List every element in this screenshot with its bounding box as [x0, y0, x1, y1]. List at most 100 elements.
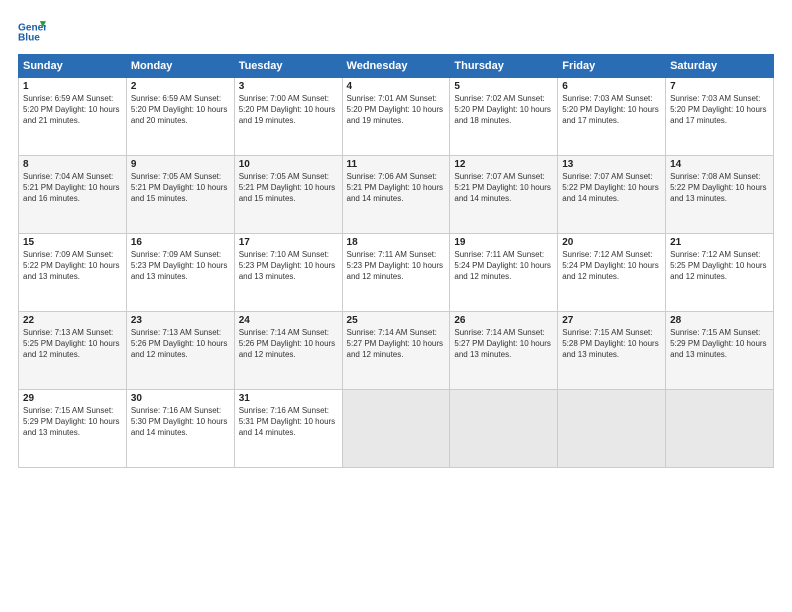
calendar-table: SundayMondayTuesdayWednesdayThursdayFrid…	[18, 54, 774, 468]
calendar-day-cell: 24Sunrise: 7:14 AM Sunset: 5:26 PM Dayli…	[234, 312, 342, 390]
day-number: 3	[239, 81, 338, 92]
weekday-header: Wednesday	[342, 55, 450, 78]
day-number: 18	[347, 237, 446, 248]
day-number: 12	[454, 159, 553, 170]
day-info: Sunrise: 6:59 AM Sunset: 5:20 PM Dayligh…	[23, 94, 122, 126]
calendar-day-cell: 26 Sunrise: 7:14 AM Sunset: 5:27 PM Dayli…	[450, 312, 558, 390]
logo-icon: General Blue	[18, 18, 46, 46]
day-number: 10	[239, 159, 338, 170]
day-info: Sunrise: 7:12 AM Sunset: 5:25 PM Dayligh…	[670, 250, 769, 282]
day-info: Sunrise: 7:07 AM Sunset: 5:22 PM Dayligh…	[562, 172, 661, 204]
calendar-week-row: 29 Sunrise: 7:15 AM Sunset: 5:29 PM Dayli…	[19, 390, 774, 468]
day-number: 15	[23, 237, 122, 248]
day-number: 19	[454, 237, 553, 248]
calendar-day-cell: 27Sunrise: 7:15 AM Sunset: 5:28 PM Dayli…	[558, 312, 666, 390]
day-number: 6	[562, 81, 661, 92]
day-number: 31	[239, 393, 338, 404]
weekday-header: Sunday	[19, 55, 127, 78]
day-info: Sunrise: 7:00 AM Sunset: 5:20 PM Dayligh…	[239, 94, 338, 126]
day-info: Sunrise: 7:15 AM Sunset: 5:29 PM Dayligh…	[23, 406, 122, 438]
day-number: 24	[239, 315, 338, 326]
day-number: 26	[454, 315, 553, 326]
day-info: Sunrise: 7:01 AM Sunset: 5:20 PM Dayligh…	[347, 94, 446, 126]
day-info: Sunrise: 7:04 AM Sunset: 5:21 PM Dayligh…	[23, 172, 122, 204]
calendar-day-cell: 10 Sunrise: 7:05 AM Sunset: 5:21 PM Dayli…	[234, 156, 342, 234]
calendar-day-cell: 11Sunrise: 7:06 AM Sunset: 5:21 PM Dayli…	[342, 156, 450, 234]
day-info: Sunrise: 7:07 AM Sunset: 5:21 PM Dayligh…	[454, 172, 553, 204]
day-info: Sunrise: 7:03 AM Sunset: 5:20 PM Dayligh…	[562, 94, 661, 126]
day-info: Sunrise: 7:08 AM Sunset: 5:22 PM Dayligh…	[670, 172, 769, 204]
day-number: 23	[131, 315, 230, 326]
calendar-day-cell	[666, 390, 774, 468]
day-info: Sunrise: 7:14 AM Sunset: 5:27 PM Dayligh…	[347, 328, 446, 360]
day-number: 7	[670, 81, 769, 92]
day-info: Sunrise: 7:16 AM Sunset: 5:31 PM Dayligh…	[239, 406, 338, 438]
calendar-day-cell: 1 Sunrise: 6:59 AM Sunset: 5:20 PM Daylig…	[19, 78, 127, 156]
day-info: Sunrise: 7:15 AM Sunset: 5:29 PM Dayligh…	[670, 328, 769, 360]
calendar-day-cell: 29 Sunrise: 7:15 AM Sunset: 5:29 PM Dayli…	[19, 390, 127, 468]
day-number: 29	[23, 393, 122, 404]
day-number: 4	[347, 81, 446, 92]
calendar-day-cell: 31 Sunrise: 7:16 AM Sunset: 5:31 PM Dayli…	[234, 390, 342, 468]
calendar-day-cell: 17 Sunrise: 7:10 AM Sunset: 5:23 PM Dayli…	[234, 234, 342, 312]
calendar-day-cell: 13 Sunrise: 7:07 AM Sunset: 5:22 PM Dayli…	[558, 156, 666, 234]
day-number: 30	[131, 393, 230, 404]
day-info: Sunrise: 7:05 AM Sunset: 5:21 PM Dayligh…	[239, 172, 338, 204]
calendar-page: General Blue SundayMondayTuesdayWednesda…	[0, 0, 792, 612]
calendar-day-cell: 8Sunrise: 7:04 AM Sunset: 5:21 PM Daylig…	[19, 156, 127, 234]
day-info: Sunrise: 7:03 AM Sunset: 5:20 PM Dayligh…	[670, 94, 769, 126]
day-info: Sunrise: 7:16 AM Sunset: 5:30 PM Dayligh…	[131, 406, 230, 438]
weekday-header: Tuesday	[234, 55, 342, 78]
calendar-week-row: 8Sunrise: 7:04 AM Sunset: 5:21 PM Daylig…	[19, 156, 774, 234]
day-number: 16	[131, 237, 230, 248]
day-info: Sunrise: 7:13 AM Sunset: 5:26 PM Dayligh…	[131, 328, 230, 360]
day-number: 28	[670, 315, 769, 326]
day-info: Sunrise: 7:09 AM Sunset: 5:22 PM Dayligh…	[23, 250, 122, 282]
day-number: 11	[347, 159, 446, 170]
calendar-day-cell: 15 Sunrise: 7:09 AM Sunset: 5:22 PM Dayli…	[19, 234, 127, 312]
header: General Blue	[18, 18, 774, 46]
day-number: 9	[131, 159, 230, 170]
day-info: Sunrise: 7:14 AM Sunset: 5:27 PM Dayligh…	[454, 328, 553, 360]
calendar-week-row: 1 Sunrise: 6:59 AM Sunset: 5:20 PM Daylig…	[19, 78, 774, 156]
day-number: 27	[562, 315, 661, 326]
day-info: Sunrise: 6:59 AM Sunset: 5:20 PM Dayligh…	[131, 94, 230, 126]
calendar-day-cell: 30 Sunrise: 7:16 AM Sunset: 5:30 PM Dayli…	[126, 390, 234, 468]
calendar-week-row: 15 Sunrise: 7:09 AM Sunset: 5:22 PM Dayli…	[19, 234, 774, 312]
calendar-day-cell: 7 Sunrise: 7:03 AM Sunset: 5:20 PM Daylig…	[666, 78, 774, 156]
day-number: 1	[23, 81, 122, 92]
calendar-day-cell: 21Sunrise: 7:12 AM Sunset: 5:25 PM Dayli…	[666, 234, 774, 312]
day-info: Sunrise: 7:13 AM Sunset: 5:25 PM Dayligh…	[23, 328, 122, 360]
calendar-day-cell: 3 Sunrise: 7:00 AM Sunset: 5:20 PM Daylig…	[234, 78, 342, 156]
calendar-day-cell: 28 Sunrise: 7:15 AM Sunset: 5:29 PM Dayli…	[666, 312, 774, 390]
calendar-day-cell: 19Sunrise: 7:11 AM Sunset: 5:24 PM Dayli…	[450, 234, 558, 312]
day-number: 25	[347, 315, 446, 326]
calendar-body: 1 Sunrise: 6:59 AM Sunset: 5:20 PM Daylig…	[19, 78, 774, 468]
calendar-week-row: 22 Sunrise: 7:13 AM Sunset: 5:25 PM Dayli…	[19, 312, 774, 390]
day-info: Sunrise: 7:11 AM Sunset: 5:23 PM Dayligh…	[347, 250, 446, 282]
day-number: 20	[562, 237, 661, 248]
day-info: Sunrise: 7:12 AM Sunset: 5:24 PM Dayligh…	[562, 250, 661, 282]
calendar-day-cell: 18 Sunrise: 7:11 AM Sunset: 5:23 PM Dayli…	[342, 234, 450, 312]
day-number: 14	[670, 159, 769, 170]
calendar-day-cell: 20 Sunrise: 7:12 AM Sunset: 5:24 PM Dayli…	[558, 234, 666, 312]
calendar-day-cell: 22 Sunrise: 7:13 AM Sunset: 5:25 PM Dayli…	[19, 312, 127, 390]
day-info: Sunrise: 7:10 AM Sunset: 5:23 PM Dayligh…	[239, 250, 338, 282]
calendar-day-cell: 25 Sunrise: 7:14 AM Sunset: 5:27 PM Dayli…	[342, 312, 450, 390]
day-number: 13	[562, 159, 661, 170]
calendar-day-cell: 5Sunrise: 7:02 AM Sunset: 5:20 PM Daylig…	[450, 78, 558, 156]
day-info: Sunrise: 7:09 AM Sunset: 5:23 PM Dayligh…	[131, 250, 230, 282]
calendar-day-cell: 16 Sunrise: 7:09 AM Sunset: 5:23 PM Dayli…	[126, 234, 234, 312]
day-number: 2	[131, 81, 230, 92]
calendar-day-cell: 4 Sunrise: 7:01 AM Sunset: 5:20 PM Daylig…	[342, 78, 450, 156]
day-info: Sunrise: 7:02 AM Sunset: 5:20 PM Dayligh…	[454, 94, 553, 126]
calendar-header-row: SundayMondayTuesdayWednesdayThursdayFrid…	[19, 55, 774, 78]
day-number: 22	[23, 315, 122, 326]
calendar-day-cell: 6 Sunrise: 7:03 AM Sunset: 5:20 PM Daylig…	[558, 78, 666, 156]
calendar-day-cell	[450, 390, 558, 468]
day-info: Sunrise: 7:05 AM Sunset: 5:21 PM Dayligh…	[131, 172, 230, 204]
calendar-day-cell: 12 Sunrise: 7:07 AM Sunset: 5:21 PM Dayli…	[450, 156, 558, 234]
calendar-day-cell: 23 Sunrise: 7:13 AM Sunset: 5:26 PM Dayli…	[126, 312, 234, 390]
calendar-day-cell: 9 Sunrise: 7:05 AM Sunset: 5:21 PM Daylig…	[126, 156, 234, 234]
day-number: 17	[239, 237, 338, 248]
